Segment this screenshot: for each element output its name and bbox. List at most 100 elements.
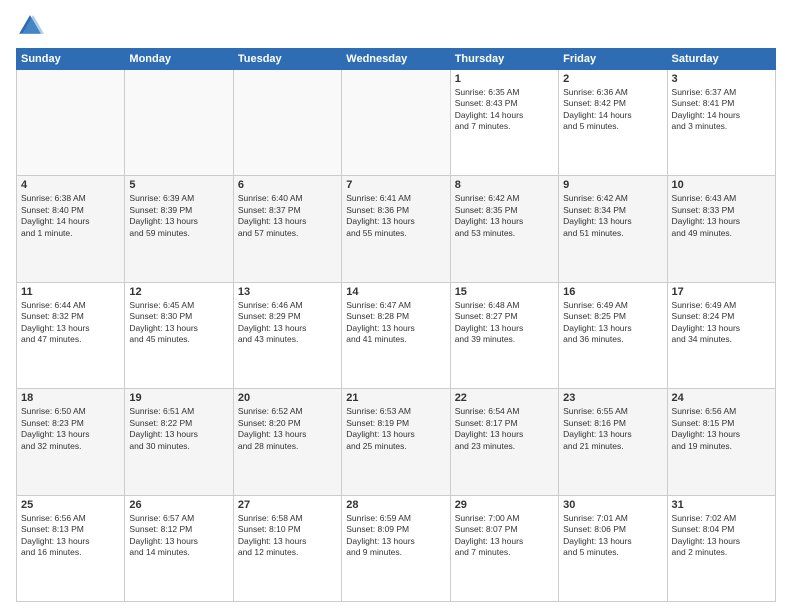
day-info: Sunrise: 7:00 AM Sunset: 8:07 PM Dayligh… xyxy=(455,513,554,559)
calendar-cell: 28 Sunrise: 6:59 AM Sunset: 8:09 PM Dayli… xyxy=(342,495,450,601)
day-number: 16 xyxy=(563,286,662,298)
day-info: Sunrise: 6:42 AM Sunset: 8:35 PM Dayligh… xyxy=(455,193,554,239)
calendar-cell: 17 Sunrise: 6:49 AM Sunset: 8:24 PM Dayli… xyxy=(667,282,775,388)
calendar-week-row: 4Sunrise: 6:38 AM Sunset: 8:40 PM Daylig… xyxy=(17,176,776,282)
day-number: 17 xyxy=(672,286,771,298)
day-number: 18 xyxy=(21,392,120,404)
day-info: Sunrise: 6:54 AM Sunset: 8:17 PM Dayligh… xyxy=(455,406,554,452)
day-info: Sunrise: 7:02 AM Sunset: 8:04 PM Dayligh… xyxy=(672,513,771,559)
day-number: 5 xyxy=(129,179,228,191)
calendar-cell: 27Sunrise: 6:58 AM Sunset: 8:10 PM Dayli… xyxy=(233,495,341,601)
calendar-cell: 1 Sunrise: 6:35 AM Sunset: 8:43 PM Daylig… xyxy=(450,70,558,176)
calendar-cell: 3 Sunrise: 6:37 AM Sunset: 8:41 PM Daylig… xyxy=(667,70,775,176)
day-info: Sunrise: 6:59 AM Sunset: 8:09 PM Dayligh… xyxy=(346,513,445,559)
day-number: 12 xyxy=(129,286,228,298)
weekday-header: Monday xyxy=(125,49,233,70)
calendar-week-row: 18 Sunrise: 6:50 AM Sunset: 8:23 PM Dayli… xyxy=(17,389,776,495)
day-info: Sunrise: 6:41 AM Sunset: 8:36 PM Dayligh… xyxy=(346,193,445,239)
day-info: Sunrise: 6:50 AM Sunset: 8:23 PM Dayligh… xyxy=(21,406,120,452)
day-number: 22 xyxy=(455,392,554,404)
weekday-header: Thursday xyxy=(450,49,558,70)
day-number: 14 xyxy=(346,286,445,298)
day-info: Sunrise: 6:52 AM Sunset: 8:20 PM Dayligh… xyxy=(238,406,337,452)
day-info: Sunrise: 6:51 AM Sunset: 8:22 PM Dayligh… xyxy=(129,406,228,452)
day-info: Sunrise: 6:42 AM Sunset: 8:34 PM Dayligh… xyxy=(563,193,662,239)
day-info: Sunrise: 6:56 AM Sunset: 8:13 PM Dayligh… xyxy=(21,513,120,559)
calendar-cell: 22 Sunrise: 6:54 AM Sunset: 8:17 PM Dayli… xyxy=(450,389,558,495)
calendar-cell: 16Sunrise: 6:49 AM Sunset: 8:25 PM Dayli… xyxy=(559,282,667,388)
day-number: 26 xyxy=(129,499,228,511)
calendar-cell: 20 Sunrise: 6:52 AM Sunset: 8:20 PM Dayli… xyxy=(233,389,341,495)
day-number: 31 xyxy=(672,499,771,511)
calendar-cell: 5 Sunrise: 6:39 AM Sunset: 8:39 PM Daylig… xyxy=(125,176,233,282)
calendar-cell: 19 Sunrise: 6:51 AM Sunset: 8:22 PM Dayli… xyxy=(125,389,233,495)
day-info: Sunrise: 6:53 AM Sunset: 8:19 PM Dayligh… xyxy=(346,406,445,452)
calendar-cell: 18 Sunrise: 6:50 AM Sunset: 8:23 PM Dayli… xyxy=(17,389,125,495)
day-number: 6 xyxy=(238,179,337,191)
calendar-cell: 10 Sunrise: 6:43 AM Sunset: 8:33 PM Dayli… xyxy=(667,176,775,282)
day-info: Sunrise: 6:37 AM Sunset: 8:41 PM Dayligh… xyxy=(672,87,771,133)
day-number: 2 xyxy=(563,73,662,85)
calendar-week-row: 25 Sunrise: 6:56 AM Sunset: 8:13 PM Dayli… xyxy=(17,495,776,601)
weekday-header: Friday xyxy=(559,49,667,70)
logo xyxy=(16,12,48,40)
day-number: 20 xyxy=(238,392,337,404)
day-info: Sunrise: 6:57 AM Sunset: 8:12 PM Dayligh… xyxy=(129,513,228,559)
day-number: 28 xyxy=(346,499,445,511)
day-number: 1 xyxy=(455,73,554,85)
weekday-header: Wednesday xyxy=(342,49,450,70)
day-info: Sunrise: 6:45 AM Sunset: 8:30 PM Dayligh… xyxy=(129,300,228,346)
day-number: 29 xyxy=(455,499,554,511)
calendar-cell: 12 Sunrise: 6:45 AM Sunset: 8:30 PM Dayli… xyxy=(125,282,233,388)
day-info: Sunrise: 6:49 AM Sunset: 8:24 PM Dayligh… xyxy=(672,300,771,346)
day-number: 30 xyxy=(563,499,662,511)
day-number: 24 xyxy=(672,392,771,404)
day-info: Sunrise: 6:46 AM Sunset: 8:29 PM Dayligh… xyxy=(238,300,337,346)
calendar-cell: 14Sunrise: 6:47 AM Sunset: 8:28 PM Dayli… xyxy=(342,282,450,388)
day-number: 7 xyxy=(346,179,445,191)
day-info: Sunrise: 6:36 AM Sunset: 8:42 PM Dayligh… xyxy=(563,87,662,133)
calendar-week-row: 1 Sunrise: 6:35 AM Sunset: 8:43 PM Daylig… xyxy=(17,70,776,176)
day-number: 19 xyxy=(129,392,228,404)
calendar-cell: 9 Sunrise: 6:42 AM Sunset: 8:34 PM Daylig… xyxy=(559,176,667,282)
page: SundayMondayTuesdayWednesdayThursdayFrid… xyxy=(0,0,792,612)
calendar-cell: 15Sunrise: 6:48 AM Sunset: 8:27 PM Dayli… xyxy=(450,282,558,388)
day-number: 3 xyxy=(672,73,771,85)
calendar-week-row: 11Sunrise: 6:44 AM Sunset: 8:32 PM Dayli… xyxy=(17,282,776,388)
day-number: 10 xyxy=(672,179,771,191)
day-info: Sunrise: 6:56 AM Sunset: 8:15 PM Dayligh… xyxy=(672,406,771,452)
calendar-cell: 29 Sunrise: 7:00 AM Sunset: 8:07 PM Dayli… xyxy=(450,495,558,601)
logo-icon xyxy=(16,12,44,40)
day-info: Sunrise: 7:01 AM Sunset: 8:06 PM Dayligh… xyxy=(563,513,662,559)
day-info: Sunrise: 6:43 AM Sunset: 8:33 PM Dayligh… xyxy=(672,193,771,239)
day-info: Sunrise: 6:55 AM Sunset: 8:16 PM Dayligh… xyxy=(563,406,662,452)
day-number: 25 xyxy=(21,499,120,511)
day-number: 9 xyxy=(563,179,662,191)
calendar-cell: 26 Sunrise: 6:57 AM Sunset: 8:12 PM Dayli… xyxy=(125,495,233,601)
calendar-cell: 25 Sunrise: 6:56 AM Sunset: 8:13 PM Dayli… xyxy=(17,495,125,601)
calendar-cell: 7 Sunrise: 6:41 AM Sunset: 8:36 PM Daylig… xyxy=(342,176,450,282)
weekday-header-row: SundayMondayTuesdayWednesdayThursdayFrid… xyxy=(17,49,776,70)
day-info: Sunrise: 6:44 AM Sunset: 8:32 PM Dayligh… xyxy=(21,300,120,346)
day-number: 8 xyxy=(455,179,554,191)
day-number: 23 xyxy=(563,392,662,404)
calendar-cell: 13Sunrise: 6:46 AM Sunset: 8:29 PM Dayli… xyxy=(233,282,341,388)
calendar-cell: 30 Sunrise: 7:01 AM Sunset: 8:06 PM Dayli… xyxy=(559,495,667,601)
calendar-cell: 4Sunrise: 6:38 AM Sunset: 8:40 PM Daylig… xyxy=(17,176,125,282)
day-info: Sunrise: 6:48 AM Sunset: 8:27 PM Dayligh… xyxy=(455,300,554,346)
day-info: Sunrise: 6:39 AM Sunset: 8:39 PM Dayligh… xyxy=(129,193,228,239)
calendar-cell: 6Sunrise: 6:40 AM Sunset: 8:37 PM Daylig… xyxy=(233,176,341,282)
calendar-cell: 2 Sunrise: 6:36 AM Sunset: 8:42 PM Daylig… xyxy=(559,70,667,176)
weekday-header: Tuesday xyxy=(233,49,341,70)
day-info: Sunrise: 6:35 AM Sunset: 8:43 PM Dayligh… xyxy=(455,87,554,133)
calendar-cell: 8 Sunrise: 6:42 AM Sunset: 8:35 PM Daylig… xyxy=(450,176,558,282)
calendar-cell xyxy=(17,70,125,176)
calendar-cell: 11Sunrise: 6:44 AM Sunset: 8:32 PM Dayli… xyxy=(17,282,125,388)
day-number: 21 xyxy=(346,392,445,404)
calendar-cell xyxy=(233,70,341,176)
calendar-cell: 31 Sunrise: 7:02 AM Sunset: 8:04 PM Dayli… xyxy=(667,495,775,601)
calendar-cell xyxy=(125,70,233,176)
calendar-cell: 24 Sunrise: 6:56 AM Sunset: 8:15 PM Dayli… xyxy=(667,389,775,495)
weekday-header: Sunday xyxy=(17,49,125,70)
calendar-cell xyxy=(342,70,450,176)
